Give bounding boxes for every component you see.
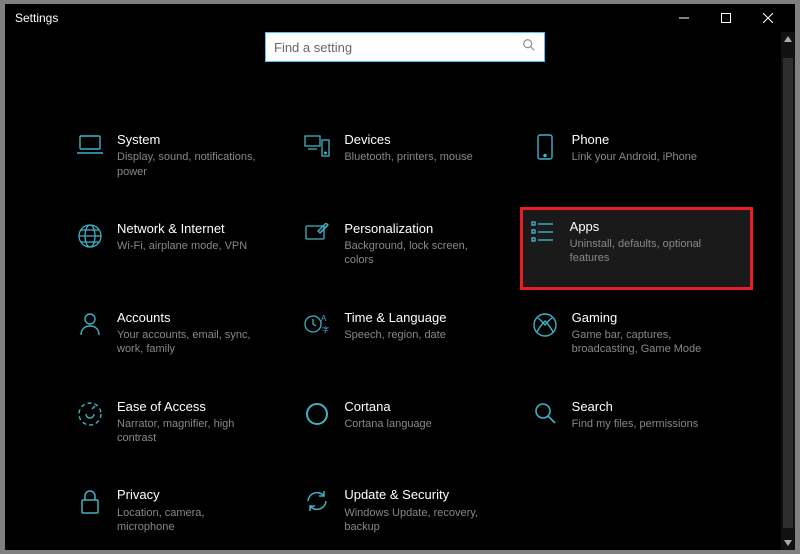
cortana-icon (300, 399, 334, 427)
scroll-thumb[interactable] (783, 58, 793, 528)
phone-icon (528, 132, 562, 160)
category-desc: Windows Update, recovery, backup (344, 506, 489, 535)
category-desc: Your accounts, email, sync, work, family (117, 328, 262, 357)
category-desc: Uninstall, defaults, optional features (570, 237, 715, 266)
laptop-icon (73, 132, 107, 156)
category-devices[interactable]: Devices Bluetooth, printers, mouse (300, 126, 517, 185)
category-system[interactable]: System Display, sound, notifications, po… (73, 126, 290, 185)
scroll-up-arrow[interactable] (781, 32, 795, 46)
search-box[interactable] (265, 32, 545, 62)
category-title: System (117, 132, 262, 148)
person-icon (73, 310, 107, 336)
category-desc: Background, lock screen, colors (344, 239, 489, 268)
category-time-language[interactable]: A字 Time & Language Speech, region, date (300, 304, 517, 363)
minimize-button[interactable] (663, 4, 705, 32)
ease-of-access-icon (73, 399, 107, 427)
category-ease-of-access[interactable]: Ease of Access Narrator, magnifier, high… (73, 393, 290, 452)
category-title: Ease of Access (117, 399, 262, 415)
category-gaming[interactable]: Gaming Game bar, captures, broadcasting,… (528, 304, 745, 363)
sync-icon (300, 487, 334, 513)
svg-text:A: A (321, 314, 327, 323)
category-personalization[interactable]: Personalization Background, lock screen,… (300, 215, 517, 274)
category-title: Apps (570, 219, 715, 235)
category-desc: Location, camera, microphone (117, 506, 262, 535)
category-update-security[interactable]: Update & Security Windows Update, recove… (300, 481, 517, 540)
category-desc: Cortana language (344, 417, 431, 431)
paintbrush-icon (300, 221, 334, 247)
svg-text:字: 字 (322, 325, 329, 334)
category-title: Devices (344, 132, 472, 148)
category-title: Network & Internet (117, 221, 247, 237)
window-title: Settings (15, 11, 58, 25)
category-title: Gaming (572, 310, 717, 326)
scroll-down-arrow[interactable] (781, 536, 795, 550)
category-desc: Speech, region, date (344, 328, 446, 342)
category-search[interactable]: Search Find my files, permissions (528, 393, 745, 452)
category-title: Privacy (117, 487, 262, 503)
maximize-button[interactable] (705, 4, 747, 32)
category-apps[interactable]: Apps Uninstall, defaults, optional featu… (522, 209, 751, 288)
globe-icon (73, 221, 107, 249)
time-language-icon: A字 (300, 310, 334, 336)
settings-window: Settings System D (5, 4, 795, 550)
category-title: Time & Language (344, 310, 446, 326)
category-desc: Game bar, captures, broadcasting, Game M… (572, 328, 717, 357)
category-title: Search (572, 399, 699, 415)
devices-icon (300, 132, 334, 158)
categories-grid: System Display, sound, notifications, po… (73, 126, 745, 550)
search-category-icon (528, 399, 562, 425)
category-title: Accounts (117, 310, 262, 326)
close-button[interactable] (747, 4, 789, 32)
category-network[interactable]: Network & Internet Wi-Fi, airplane mode,… (73, 215, 290, 274)
list-icon (526, 219, 560, 243)
category-privacy[interactable]: Privacy Location, camera, microphone (73, 481, 290, 540)
category-desc: Link your Android, iPhone (572, 150, 697, 164)
titlebar: Settings (5, 4, 795, 32)
category-accounts[interactable]: Accounts Your accounts, email, sync, wor… (73, 304, 290, 363)
search-input[interactable] (274, 40, 522, 55)
lock-icon (73, 487, 107, 515)
category-title: Cortana (344, 399, 431, 415)
category-title: Personalization (344, 221, 489, 237)
content-area: System Display, sound, notifications, po… (5, 32, 795, 550)
category-title: Update & Security (344, 487, 489, 503)
category-cortana[interactable]: Cortana Cortana language (300, 393, 517, 452)
search-icon (522, 38, 536, 57)
vertical-scrollbar[interactable] (781, 32, 795, 550)
category-title: Phone (572, 132, 697, 148)
category-desc: Find my files, permissions (572, 417, 699, 431)
category-desc: Bluetooth, printers, mouse (344, 150, 472, 164)
xbox-icon (528, 310, 562, 338)
category-desc: Narrator, magnifier, high contrast (117, 417, 262, 446)
category-desc: Wi-Fi, airplane mode, VPN (117, 239, 247, 253)
category-phone[interactable]: Phone Link your Android, iPhone (528, 126, 745, 185)
category-desc: Display, sound, notifications, power (117, 150, 262, 179)
